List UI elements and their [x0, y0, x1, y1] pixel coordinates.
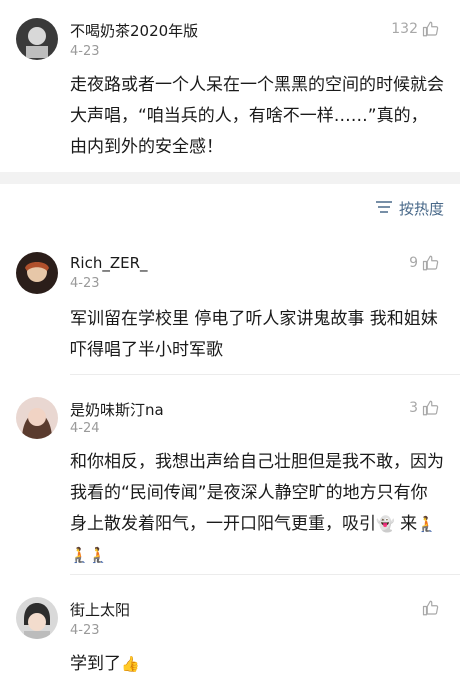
thumbs-up-icon	[422, 599, 440, 617]
like-button[interactable]: 3	[409, 399, 440, 417]
comment-item: 是奶味斯汀na 4-24 3 和你相反，我想出声给自己壮胆但是我不敢，因为我看的…	[0, 385, 460, 575]
comment-text-come: 来	[394, 514, 418, 534]
comment-text: 军训留在学校里 停电了听人家讲鬼故事 我和姐妹吓得唱了半小时军歌	[70, 309, 438, 360]
user-name[interactable]: Rich_ZER_	[70, 254, 148, 272]
like-count: 9	[409, 255, 418, 271]
avatar[interactable]	[16, 18, 58, 60]
divider	[70, 374, 460, 375]
comment-text: 和你相反，我想出声给自己壮胆但是我不敢，因为我看的“民间传闻”是夜深人静空旷的地…	[70, 447, 444, 571]
user-name[interactable]: 不喝奶茶2020年版	[70, 20, 198, 41]
like-button[interactable]	[418, 599, 440, 617]
user-name[interactable]: 是奶味斯汀na	[70, 399, 164, 420]
avatar[interactable]	[16, 597, 58, 639]
comment-item: Rich_ZER_ 4-23 9 军训留在学校里 停电了听人家讲鬼故事 我和姐妹…	[0, 240, 460, 375]
sort-label: 按热度	[398, 200, 444, 218]
comment-date: 4-24	[70, 421, 100, 436]
comment-item: 街上太阳 4-23 学到了👍	[0, 585, 460, 687]
ghost-emoji: 👻	[376, 515, 395, 533]
user-name[interactable]: 街上太阳	[70, 599, 130, 620]
avatar[interactable]	[16, 397, 58, 439]
sort-button[interactable]: 按热度	[375, 198, 444, 219]
like-button[interactable]: 9	[409, 254, 440, 272]
like-count: 132	[391, 21, 418, 37]
sort-lines-icon	[375, 200, 393, 218]
thumbs-up-icon	[422, 254, 440, 272]
comment-date: 4-23	[70, 276, 100, 291]
comment-item: 不喝奶茶2020年版 4-23 132 走夜路或者一个人呆在一个黑黑的空间的时候…	[0, 0, 460, 172]
section-separator	[0, 172, 460, 184]
comment-date: 4-23	[70, 44, 100, 59]
thumbs-up-icon	[422, 399, 440, 417]
thumbs-up-emoji: 👍	[121, 655, 140, 673]
comment-text: 学到了👍	[70, 649, 444, 680]
thumbs-up-icon	[422, 20, 440, 38]
comment-text: 走夜路或者一个人呆在一个黑黑的空间的时候就会大声唱，“咱当兵的人，有啥不一样………	[70, 75, 444, 157]
divider	[70, 574, 460, 575]
avatar[interactable]	[16, 252, 58, 294]
like-count: 3	[409, 400, 418, 416]
comment-date: 4-23	[70, 623, 100, 638]
comment-text-main: 学到了	[70, 654, 121, 674]
like-button[interactable]: 132	[391, 20, 440, 38]
